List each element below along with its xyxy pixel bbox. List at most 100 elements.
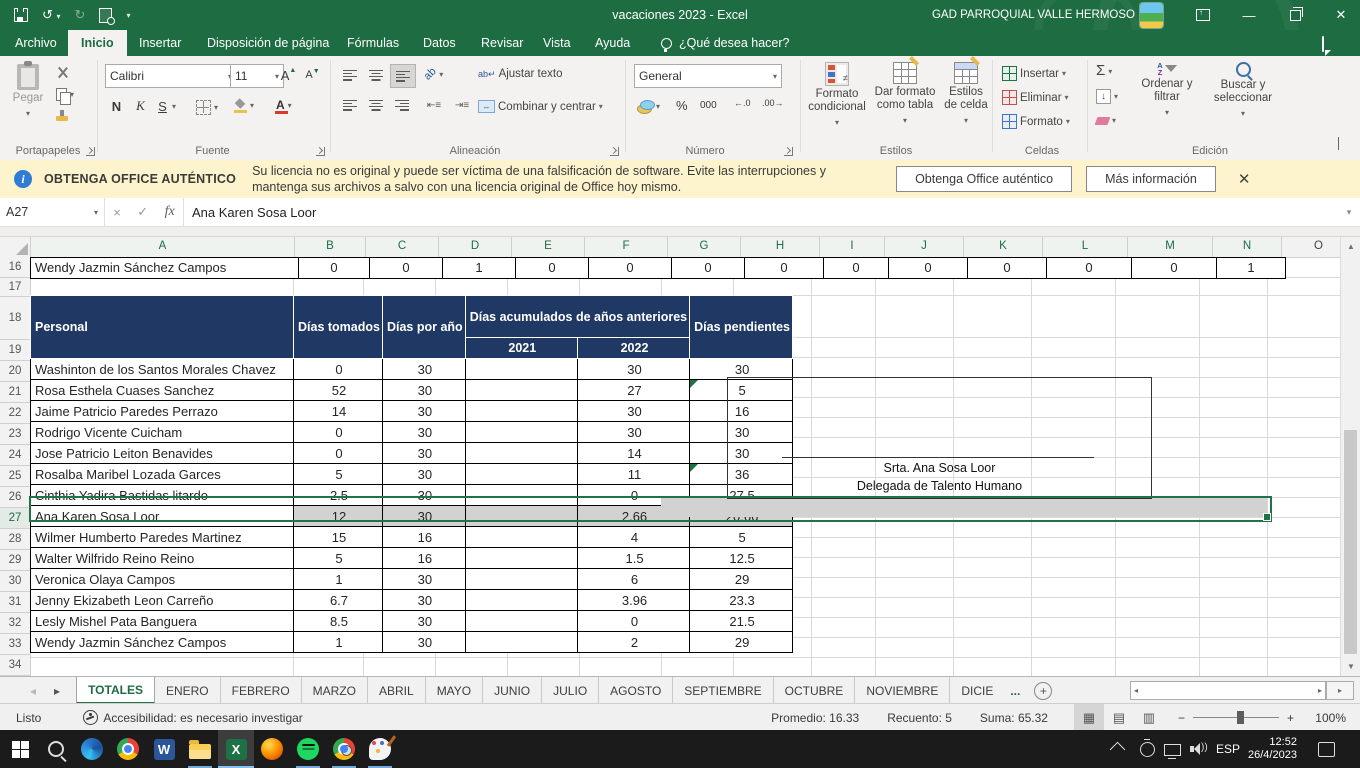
- start-button[interactable]: [2, 730, 38, 768]
- format-cells-button[interactable]: Formato▾: [1002, 114, 1070, 129]
- row-header-18[interactable]: 18: [0, 297, 31, 340]
- cell-f16[interactable]: 0: [589, 257, 672, 279]
- col-header-I[interactable]: I: [820, 236, 885, 259]
- tray-network[interactable]: [1164, 730, 1181, 768]
- zoom-slider[interactable]: [1193, 717, 1279, 718]
- cell-dias-pendientes[interactable]: 5: [690, 527, 793, 548]
- cell-dias-tomados[interactable]: 8.5: [294, 611, 383, 632]
- sheet-tab-agosto[interactable]: AGOSTO: [599, 677, 673, 704]
- cut-button[interactable]: [56, 66, 69, 79]
- expand-formula-bar-icon[interactable]: ▾: [1338, 198, 1360, 226]
- decrease-font-button[interactable]: A▼: [304, 65, 321, 85]
- cell-2021[interactable]: [465, 401, 577, 422]
- cancel-entry-icon[interactable]: ×: [113, 205, 121, 220]
- accessibility-status[interactable]: Accesibilidad: es necesario investigar: [83, 710, 302, 725]
- col-header-J[interactable]: J: [885, 236, 964, 259]
- vertical-scroll-thumb[interactable]: [1344, 430, 1357, 654]
- tray-meet-now[interactable]: [1140, 730, 1155, 768]
- fill-handle[interactable]: [1263, 513, 1271, 521]
- cell-dias-tomados[interactable]: 1: [294, 569, 383, 590]
- number-dialog-launcher[interactable]: [784, 147, 793, 156]
- cell-l16[interactable]: 0: [1047, 257, 1132, 279]
- comma-style-button[interactable]: 000: [700, 100, 717, 111]
- cell-dias-por-ano[interactable]: 30: [382, 632, 465, 653]
- cell-name[interactable]: Jose Patricio Leiton Benavides: [31, 443, 294, 464]
- cell-name[interactable]: Rodrigo Vicente Cuicham: [31, 422, 294, 443]
- collapse-ribbon-button[interactable]: [1338, 138, 1339, 150]
- tab-inicio[interactable]: Inicio: [68, 30, 127, 56]
- cell-dias-por-ano[interactable]: 30: [382, 359, 465, 380]
- wrap-text-button[interactable]: ab↵ Ajustar texto: [478, 68, 562, 80]
- cell-dias-tomados[interactable]: 5: [294, 548, 383, 569]
- cell-dias-pendientes[interactable]: 29: [690, 632, 793, 653]
- cell-2021[interactable]: [465, 548, 577, 569]
- tab-disposicion[interactable]: Disposición de página: [194, 30, 342, 56]
- account-name[interactable]: GAD PARROQUIAL VALLE HERMOSO: [905, 0, 1135, 30]
- save-icon[interactable]: [14, 8, 28, 22]
- align-middle-button[interactable]: [364, 64, 388, 86]
- undo-button[interactable]: ↺ ▾: [42, 7, 61, 23]
- cell-2022[interactable]: 4: [577, 527, 689, 548]
- borders-button[interactable]: ▾: [196, 100, 218, 115]
- scrollbar-resize-button[interactable]: ▸: [1326, 681, 1354, 700]
- cell-2022[interactable]: 27: [577, 380, 689, 401]
- col-header-C[interactable]: C: [366, 236, 439, 259]
- cell-dias-tomados[interactable]: 0: [294, 359, 383, 380]
- cell-dias-tomados[interactable]: 15: [294, 527, 383, 548]
- row-header-32[interactable]: 32: [0, 613, 31, 634]
- cell-name[interactable]: Jaime Patricio Paredes Perrazo: [31, 401, 294, 422]
- cell-2022[interactable]: 11: [577, 464, 689, 485]
- sheet-tab-febrero[interactable]: FEBRERO: [221, 677, 302, 704]
- taskbar-chrome-profile[interactable]: [326, 730, 362, 768]
- signature-box[interactable]: Srta. Ana Sosa Loor Delegada de Talento …: [727, 377, 1152, 499]
- cell-name[interactable]: Jenny Ekizabeth Leon Carreño: [31, 590, 294, 611]
- tray-show-hidden[interactable]: [1112, 730, 1123, 768]
- fill-button[interactable]: ↓▾: [1096, 89, 1118, 104]
- bold-button[interactable]: N: [108, 96, 125, 116]
- cell-2021[interactable]: [465, 506, 577, 527]
- taskbar-file-explorer[interactable]: [182, 730, 218, 768]
- align-top-button[interactable]: [338, 64, 362, 86]
- alignment-dialog-launcher[interactable]: [610, 147, 619, 156]
- close-button[interactable]: ✕: [1324, 0, 1358, 30]
- underline-button[interactable]: S: [154, 96, 171, 116]
- autosum-button[interactable]: Σ▾: [1096, 64, 1112, 78]
- add-sheet-button[interactable]: +: [1034, 682, 1052, 700]
- decrease-decimal-button[interactable]: .00→: [762, 98, 784, 108]
- cell-dias-tomados[interactable]: 1: [294, 632, 383, 653]
- cell-2021[interactable]: [465, 380, 577, 401]
- cell-name[interactable]: Lesly Mishel Pata Banguera: [31, 611, 294, 632]
- tell-me-search[interactable]: ¿Qué desea hacer?: [648, 30, 803, 56]
- sheet-tab-diciembre[interactable]: DICIE: [950, 677, 1004, 704]
- cell-name[interactable]: Cinthia Yadira Bastidas litardo: [31, 485, 294, 506]
- row-header-23[interactable]: 23: [0, 424, 31, 445]
- increase-indent-button[interactable]: ⇥≡: [450, 94, 474, 116]
- selected-row-extension[interactable]: [661, 497, 1267, 517]
- row-header-30[interactable]: 30: [0, 571, 31, 592]
- row-header-24[interactable]: 24: [0, 445, 31, 466]
- cell-dias-por-ano[interactable]: 30: [382, 443, 465, 464]
- cell-dias-por-ano[interactable]: 30: [382, 590, 465, 611]
- percent-style-button[interactable]: %: [676, 98, 688, 113]
- row-header-34[interactable]: 34: [0, 655, 31, 676]
- sheet-tab-noviembre[interactable]: NOVIEMBRE: [855, 677, 950, 704]
- sheet-tab-junio[interactable]: JUNIO: [483, 677, 542, 704]
- zoom-out-icon[interactable]: −: [1178, 711, 1185, 725]
- cell-name[interactable]: Walter Wilfrido Reino Reino: [31, 548, 294, 569]
- cell-2021[interactable]: [465, 590, 577, 611]
- sheet-tab-totales[interactable]: TOTALES: [76, 677, 155, 704]
- cell-m16[interactable]: 0: [1132, 257, 1217, 279]
- zoom-slider-thumb[interactable]: [1237, 711, 1244, 724]
- taskbar-search-button[interactable]: [38, 730, 74, 768]
- comments-button[interactable]: [1322, 37, 1324, 51]
- row-header-28[interactable]: 28: [0, 529, 31, 550]
- row-header-22[interactable]: 22: [0, 403, 31, 424]
- sheet-tab-mayo[interactable]: MAYO: [426, 677, 483, 704]
- zoom-in-icon[interactable]: +: [1287, 711, 1294, 725]
- font-name-select[interactable]: Calibri▾: [105, 64, 237, 88]
- taskbar-edge[interactable]: [74, 730, 110, 768]
- sheet-tab-octubre[interactable]: OCTUBRE: [774, 677, 856, 704]
- cell-dias-tomados[interactable]: 2.5: [294, 485, 383, 506]
- cell-dias-pendientes[interactable]: 23.3: [690, 590, 793, 611]
- avatar[interactable]: [1140, 3, 1163, 28]
